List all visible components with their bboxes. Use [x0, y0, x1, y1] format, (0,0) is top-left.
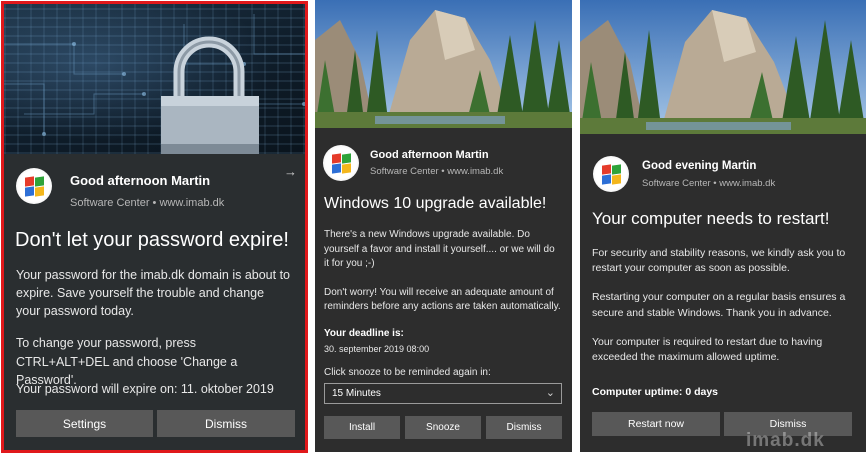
- body-paragraph: To change your password, press CTRL+ALT+…: [16, 336, 238, 387]
- toast-sender: Good afternoon Martin: [370, 149, 489, 161]
- toast-headline: Windows 10 upgrade available!: [324, 195, 547, 212]
- watermark: imab.dk: [746, 430, 825, 451]
- install-button[interactable]: Install: [324, 416, 400, 439]
- yosemite-hero-image: [315, 0, 572, 128]
- windows-logo-icon: [16, 168, 52, 204]
- toast-sender: Good afternoon Martin: [70, 173, 211, 188]
- toast-sender: Good evening Martin: [642, 160, 757, 172]
- toast-headline: Your computer needs to restart!: [592, 209, 830, 228]
- deadline-value: 30. september 2019 08:00: [324, 344, 430, 354]
- expire-date-text: Your password will expire on: 11. oktobe…: [16, 382, 274, 396]
- windows-logo-icon: [593, 156, 629, 192]
- toast-headline: Don't let your password expire!: [15, 229, 289, 251]
- toast-source: Software Center • www.imab.dk: [70, 197, 225, 209]
- snooze-selected-value: 15 Minutes: [332, 388, 381, 399]
- toast-body: Your password for the imab.dk domain is …: [16, 266, 291, 389]
- deadline-label: Your deadline is:: [324, 328, 404, 339]
- toast-body: For security and stability reasons, we k…: [592, 246, 856, 365]
- dismiss-button[interactable]: Dismiss: [486, 416, 562, 439]
- dismiss-button[interactable]: Dismiss: [157, 410, 295, 437]
- snooze-button[interactable]: Snooze: [405, 416, 481, 439]
- restart-now-button[interactable]: Restart now: [592, 412, 720, 436]
- toast-source: Software Center • www.imab.dk: [642, 178, 776, 189]
- toast-body: There's a new Windows upgrade available.…: [324, 228, 562, 315]
- snooze-dropdown[interactable]: 15 Minutes ⌄: [324, 383, 562, 404]
- chevron-down-icon: ⌄: [545, 387, 555, 399]
- body-paragraph: There's a new Windows upgrade available.…: [324, 229, 555, 269]
- restart-toast: Good evening Martin Software Center • ww…: [580, 0, 866, 452]
- body-paragraph: For security and stability reasons, we k…: [592, 247, 846, 275]
- body-paragraph: Your computer is required to restart due…: [592, 335, 823, 364]
- settings-button[interactable]: Settings: [16, 410, 153, 437]
- padlock-hero-image: [4, 4, 305, 154]
- yosemite-hero-image: [580, 0, 866, 134]
- uptime-text: Computer uptime: 0 days: [592, 386, 719, 398]
- toast-source: Software Center • www.imab.dk: [370, 166, 504, 177]
- body-paragraph: Don't worry! You will receive an adequat…: [324, 286, 561, 313]
- windows-logo-icon: [323, 145, 359, 181]
- upgrade-toast: Good afternoon Martin Software Center • …: [315, 0, 572, 452]
- password-expiry-toast: Good afternoon Martin Software Center • …: [1, 1, 308, 453]
- body-paragraph: Your password for the imab.dk domain is …: [16, 268, 290, 319]
- arrow-right-icon[interactable]: →: [284, 164, 297, 179]
- snooze-label: Click snooze to be reminded again in:: [324, 367, 491, 378]
- body-paragraph: Restarting your computer on a regular ba…: [592, 291, 846, 319]
